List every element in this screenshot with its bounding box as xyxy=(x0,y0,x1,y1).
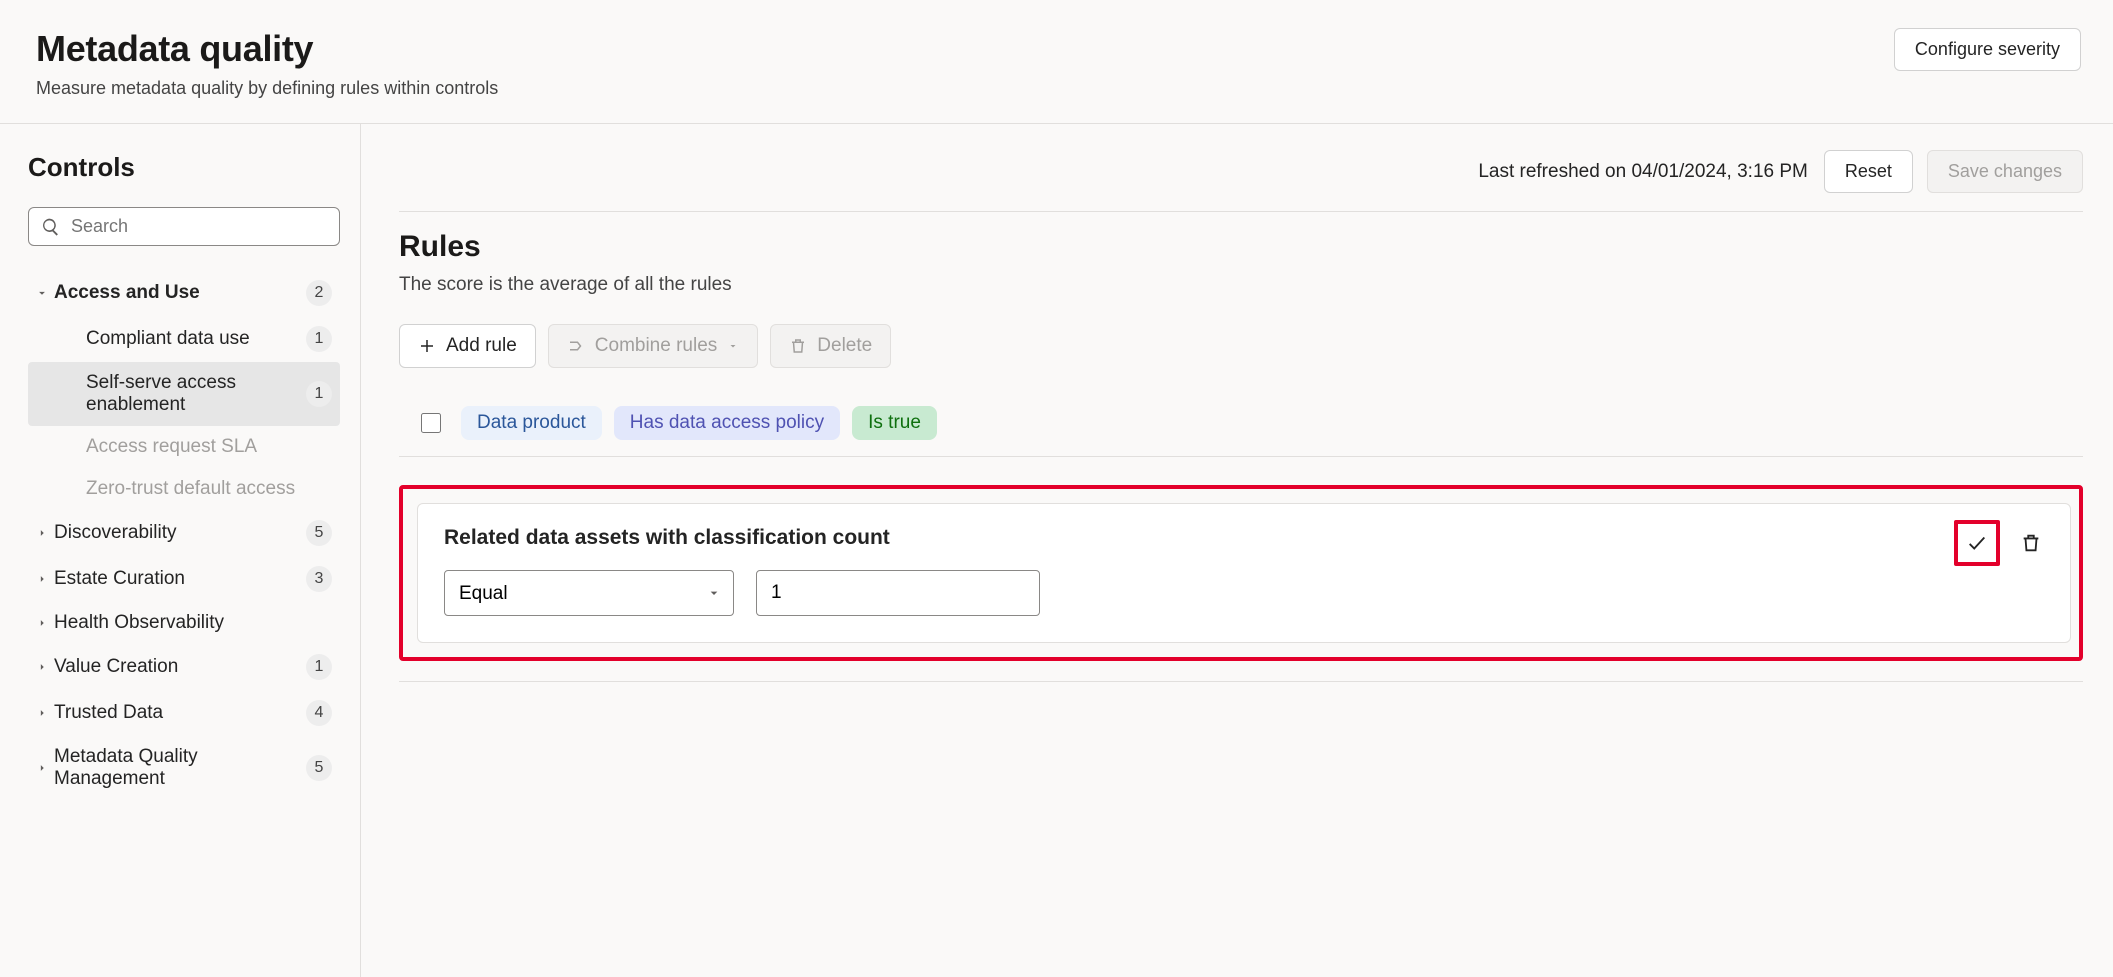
save-changes-button[interactable]: Save changes xyxy=(1927,150,2083,193)
value-input[interactable] xyxy=(756,570,1040,616)
control-group-health[interactable]: Health Observability xyxy=(28,602,340,644)
divider xyxy=(399,681,2083,682)
configure-severity-button[interactable]: Configure severity xyxy=(1894,28,2081,71)
delete-rule-label: Delete xyxy=(817,335,872,357)
sidebar-title: Controls xyxy=(28,152,340,183)
control-group-access[interactable]: Access and Use 2 xyxy=(28,270,340,316)
control-group-label: Discoverability xyxy=(54,522,306,544)
rules-heading: Rules xyxy=(399,230,2083,264)
chevron-right-icon xyxy=(30,526,54,540)
search-icon xyxy=(41,217,61,237)
count-badge: 1 xyxy=(306,654,332,680)
chevron-right-icon xyxy=(30,761,54,775)
count-badge: 1 xyxy=(306,381,332,407)
control-group-mqm[interactable]: Metadata Quality Management 5 xyxy=(28,736,340,800)
control-group-label: Value Creation xyxy=(54,656,306,678)
chevron-down-icon xyxy=(727,340,739,352)
control-group-label: Trusted Data xyxy=(54,702,306,724)
count-badge: 1 xyxy=(306,326,332,352)
control-group-label: Access and Use xyxy=(54,282,306,304)
reset-button[interactable]: Reset xyxy=(1824,150,1913,193)
delete-rule-icon-button[interactable] xyxy=(2008,520,2054,566)
confirm-rule-button[interactable] xyxy=(1954,520,2000,566)
chevron-right-icon xyxy=(30,660,54,674)
operator-select[interactable]: Equal xyxy=(444,570,734,616)
control-group-label: Metadata Quality Management xyxy=(54,746,306,790)
control-child-label: Compliant data use xyxy=(86,328,306,350)
rule-editor-title: Related data assets with classification … xyxy=(444,526,2044,550)
search-wrap xyxy=(28,207,340,246)
count-badge: 4 xyxy=(306,700,332,726)
page-header: Metadata quality Measure metadata qualit… xyxy=(0,0,2113,124)
rule-row: Data product Has data access policy Is t… xyxy=(399,390,2083,457)
pill-attribute[interactable]: Has data access policy xyxy=(614,406,840,440)
rule-row-checkbox[interactable] xyxy=(421,413,441,433)
highlight-box: Related data assets with classification … xyxy=(399,485,2083,661)
pill-entity[interactable]: Data product xyxy=(461,406,602,440)
chevron-down-icon xyxy=(30,286,54,300)
control-group-value[interactable]: Value Creation 1 xyxy=(28,644,340,690)
control-group-estate[interactable]: Estate Curation 3 xyxy=(28,556,340,602)
pill-value[interactable]: Is true xyxy=(852,406,937,440)
chevron-right-icon xyxy=(30,616,54,630)
control-child-compliant[interactable]: Compliant data use 1 xyxy=(28,316,340,362)
plus-icon xyxy=(418,337,436,355)
control-child-selfserve[interactable]: Self-serve access enablement 1 xyxy=(28,362,340,426)
content-topbar: Last refreshed on 04/01/2024, 3:16 PM Re… xyxy=(399,144,2083,212)
control-group-label: Health Observability xyxy=(54,612,332,634)
combine-icon xyxy=(567,337,585,355)
control-child-label: Self-serve access enablement xyxy=(86,372,306,416)
count-badge: 2 xyxy=(306,280,332,306)
page-title: Metadata quality xyxy=(36,28,498,70)
rule-editor-card: Related data assets with classification … xyxy=(417,503,2071,643)
control-group-label: Estate Curation xyxy=(54,568,306,590)
control-child-label: Zero-trust default access xyxy=(86,478,332,500)
last-refreshed-text: Last refreshed on 04/01/2024, 3:16 PM xyxy=(1478,161,1808,183)
control-child-sla[interactable]: Access request SLA xyxy=(28,426,340,468)
content: Last refreshed on 04/01/2024, 3:16 PM Re… xyxy=(361,124,2113,977)
trash-icon xyxy=(789,337,807,355)
control-child-label: Access request SLA xyxy=(86,436,332,458)
rules-description: The score is the average of all the rule… xyxy=(399,274,2083,296)
count-badge: 3 xyxy=(306,566,332,592)
control-group-trusted[interactable]: Trusted Data 4 xyxy=(28,690,340,736)
chevron-right-icon xyxy=(30,572,54,586)
combine-rules-button[interactable]: Combine rules xyxy=(548,324,759,368)
add-rule-button[interactable]: Add rule xyxy=(399,324,536,368)
combine-rules-label: Combine rules xyxy=(595,335,718,357)
delete-rule-button[interactable]: Delete xyxy=(770,324,891,368)
count-badge: 5 xyxy=(306,755,332,781)
add-rule-label: Add rule xyxy=(446,335,517,357)
trash-icon xyxy=(2020,532,2042,554)
control-group-discoverability[interactable]: Discoverability 5 xyxy=(28,510,340,556)
check-icon xyxy=(1966,532,1988,554)
count-badge: 5 xyxy=(306,520,332,546)
operator-select-wrap: Equal xyxy=(444,570,734,616)
search-input[interactable] xyxy=(71,216,327,237)
control-child-zerotrust[interactable]: Zero-trust default access xyxy=(28,468,340,510)
page-subtitle: Measure metadata quality by defining rul… xyxy=(36,78,498,99)
sidebar: Controls Access and Use 2 Compliant data… xyxy=(0,124,361,977)
chevron-right-icon xyxy=(30,706,54,720)
